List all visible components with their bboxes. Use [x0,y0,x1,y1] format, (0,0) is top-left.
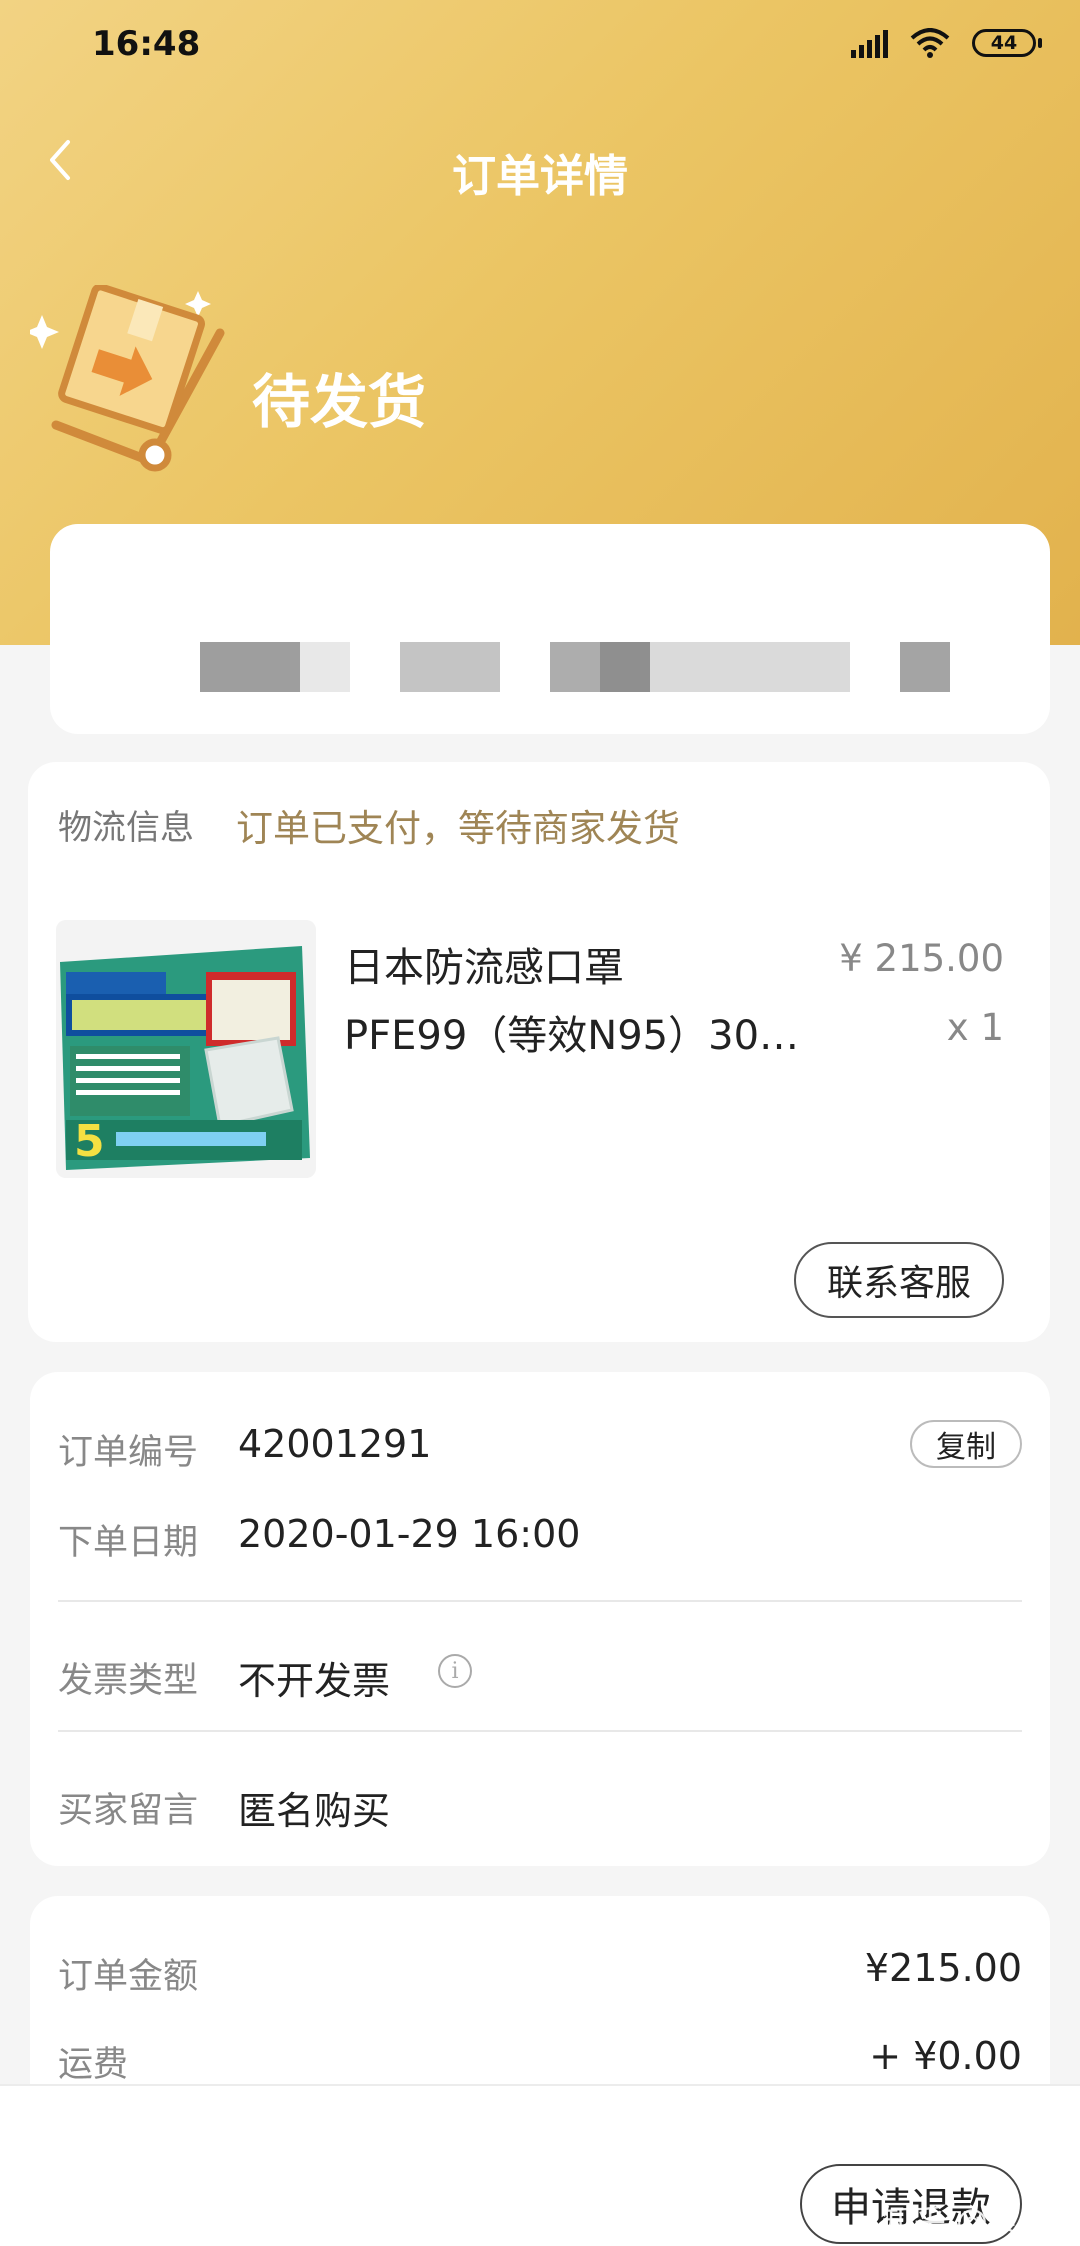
blurred-address [200,642,300,692]
wifi-icon [910,28,950,58]
watermark: 知乎 @贝多 [881,2202,1052,2240]
copy-button[interactable]: 复制 [910,1420,1022,1468]
buyer-message-label: 买家留言 [58,1791,199,1831]
product-title-line1: 日本防流感口罩 [344,945,624,991]
product-title-line2: PFE99（等效N95）30… [344,1013,800,1059]
shipping-fee: + ¥0.00 [869,2034,1022,2078]
signal-icon [851,28,888,58]
contact-service-button[interactable]: 联系客服 [794,1242,1004,1318]
order-status-text: 待发货 [252,368,427,436]
bottom-action-bar: 申请退款 知乎 @贝多 [0,2084,1080,2246]
product-title[interactable]: 日本防流感口罩 PFE99（等效N95）30… [344,934,864,1070]
order-number-label: 订单编号 [58,1433,199,1473]
order-date-label: 下单日期 [58,1523,199,1563]
order-date: 2020-01-29 16:00 [238,1512,581,1556]
status-bar: 16:48 44 [0,0,1080,90]
invoice-type-label: 发票类型 [58,1661,199,1701]
battery-icon: 44 [972,29,1042,57]
order-amount-label: 订单金额 [58,1957,199,1997]
shipping-fee-label: 运费 [58,2045,129,2085]
logistics-status[interactable]: 订单已支付，等待商家发货 [236,798,680,852]
divider [58,1730,1022,1732]
product-card: 物流信息 订单已支付，等待商家发货 5 日本防流感口罩 PFE99（等效N95）… [28,762,1050,1342]
status-icons: 44 [851,28,1042,58]
battery-level: 44 [972,29,1036,57]
order-amount: ¥215.00 [864,1946,1022,1990]
status-time: 16:48 [92,24,201,64]
divider [58,1600,1022,1602]
address-card [50,524,1050,734]
product-price: ¥ 215.00 [839,937,1004,980]
svg-text:5: 5 [74,1116,105,1167]
info-icon[interactable]: i [438,1654,472,1688]
shipping-box-icon [30,285,225,472]
logistics-label: 物流信息 [58,808,194,848]
product-image[interactable]: 5 [56,920,316,1178]
order-number: 42001291 [238,1422,432,1466]
buyer-message: 匿名购买 [238,1789,391,1833]
invoice-type: 不开发票 [238,1659,391,1703]
product-quantity: x 1 [946,1006,1004,1049]
order-info-card: 订单编号 42001291 复制 下单日期 2020-01-29 16:00 发… [30,1372,1050,1866]
page-title: 订单详情 [452,151,628,202]
